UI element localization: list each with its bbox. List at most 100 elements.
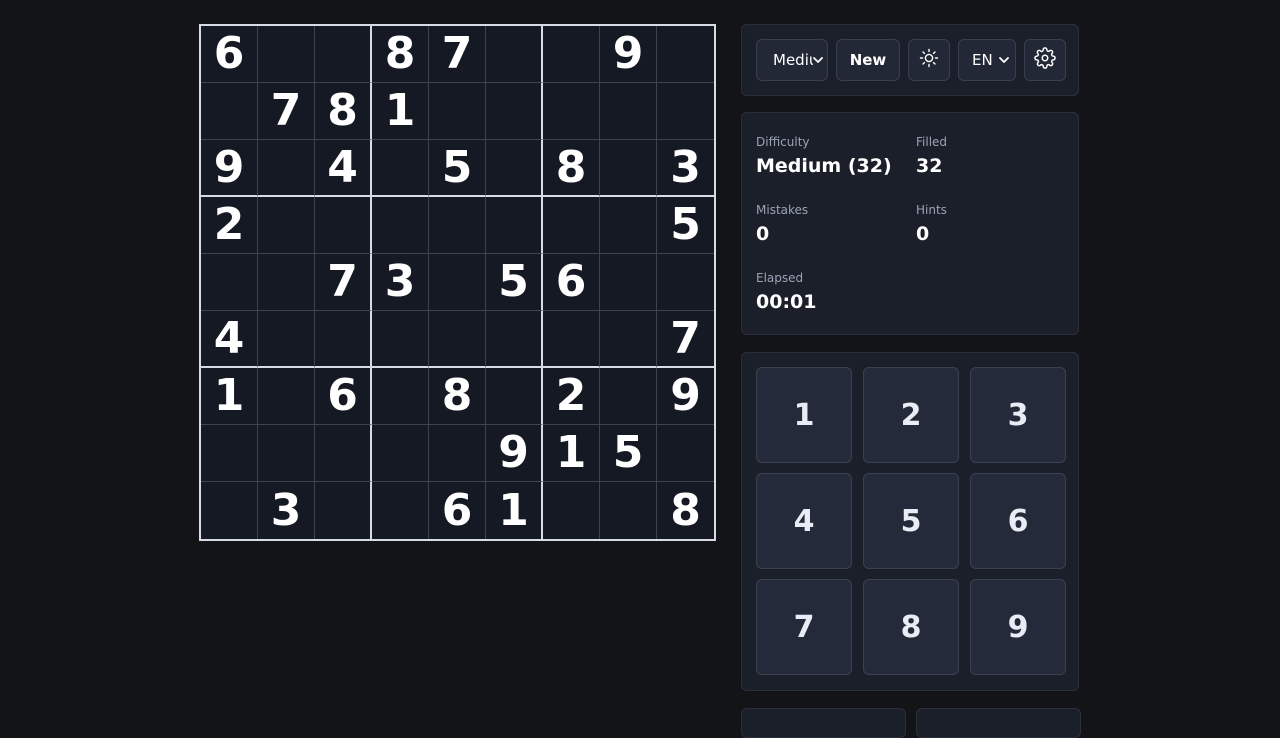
board-cell-r4c7[interactable] <box>543 197 600 254</box>
board-cell-r7c5[interactable]: 8 <box>429 368 486 425</box>
board-cell-r3c2[interactable] <box>258 140 315 197</box>
board-cell-r9c6[interactable]: 1 <box>486 482 543 539</box>
filled-stat: Filled 32 <box>916 135 947 177</box>
board-cell-r6c5[interactable] <box>429 311 486 368</box>
number-button-1[interactable]: 1 <box>756 367 852 463</box>
board-cell-r7c8[interactable] <box>600 368 657 425</box>
board-cell-r3c6[interactable] <box>486 140 543 197</box>
board-cell-r7c3[interactable]: 6 <box>315 368 372 425</box>
board-cell-r1c9[interactable] <box>657 26 714 83</box>
board-cell-r6c3[interactable] <box>315 311 372 368</box>
board-cell-r3c3[interactable]: 4 <box>315 140 372 197</box>
board-cell-r2c5[interactable] <box>429 83 486 140</box>
board-cell-r6c9[interactable]: 7 <box>657 311 714 368</box>
board-cell-r2c3[interactable]: 8 <box>315 83 372 140</box>
number-button-4[interactable]: 4 <box>756 473 852 569</box>
board-cell-r7c1[interactable]: 1 <box>201 368 258 425</box>
board-cell-r3c8[interactable] <box>600 140 657 197</box>
difficulty-stat: Difficulty Medium (32) <box>756 135 892 177</box>
board-cell-r9c7[interactable] <box>543 482 600 539</box>
board-cell-r5c4[interactable]: 3 <box>372 254 429 311</box>
board-cell-r6c7[interactable] <box>543 311 600 368</box>
board-cell-r6c1[interactable]: 4 <box>201 311 258 368</box>
board-cell-r3c5[interactable]: 5 <box>429 140 486 197</box>
board-cell-r4c3[interactable] <box>315 197 372 254</box>
difficulty-select[interactable]: Medium <box>756 39 828 81</box>
board-cell-r5c9[interactable] <box>657 254 714 311</box>
board-cell-r2c7[interactable] <box>543 83 600 140</box>
board-cell-r2c4[interactable]: 1 <box>372 83 429 140</box>
board-cell-r5c8[interactable] <box>600 254 657 311</box>
board-cell-r1c6[interactable] <box>486 26 543 83</box>
board-cell-r4c5[interactable] <box>429 197 486 254</box>
board-cell-r2c2[interactable]: 7 <box>258 83 315 140</box>
board-cell-r1c8[interactable]: 9 <box>600 26 657 83</box>
board-cell-r6c8[interactable] <box>600 311 657 368</box>
board-cell-r9c5[interactable]: 6 <box>429 482 486 539</box>
difficulty-stat-label: Difficulty <box>756 135 810 149</box>
board-cell-r4c9[interactable]: 5 <box>657 197 714 254</box>
board-cell-r8c1[interactable] <box>201 425 258 482</box>
number-button-5[interactable]: 5 <box>863 473 959 569</box>
elapsed-stat: Elapsed 00:01 <box>756 271 816 313</box>
theme-toggle-button[interactable] <box>908 39 950 81</box>
board-cell-r2c9[interactable] <box>657 83 714 140</box>
board-cell-r3c7[interactable]: 8 <box>543 140 600 197</box>
number-button-3[interactable]: 3 <box>970 367 1066 463</box>
board-cell-r8c2[interactable] <box>258 425 315 482</box>
board-cell-r9c4[interactable] <box>372 482 429 539</box>
board-cell-r1c7[interactable] <box>543 26 600 83</box>
board-cell-r3c9[interactable]: 3 <box>657 140 714 197</box>
board-cell-r4c2[interactable] <box>258 197 315 254</box>
settings-button[interactable] <box>1024 39 1066 81</box>
board-cell-r9c3[interactable] <box>315 482 372 539</box>
number-button-2[interactable]: 2 <box>863 367 959 463</box>
board-cell-r1c2[interactable] <box>258 26 315 83</box>
board-cell-r9c9[interactable]: 8 <box>657 482 714 539</box>
number-button-7[interactable]: 7 <box>756 579 852 675</box>
board-cell-r9c8[interactable] <box>600 482 657 539</box>
board-cell-r2c1[interactable] <box>201 83 258 140</box>
board-cell-r9c2[interactable]: 3 <box>258 482 315 539</box>
board-cell-r5c3[interactable]: 7 <box>315 254 372 311</box>
board-cell-r7c7[interactable]: 2 <box>543 368 600 425</box>
board-cell-r8c9[interactable] <box>657 425 714 482</box>
board-cell-r5c1[interactable] <box>201 254 258 311</box>
new-game-button[interactable]: New <box>836 39 900 81</box>
board-cell-r8c8[interactable]: 5 <box>600 425 657 482</box>
board-cell-r1c1[interactable]: 6 <box>201 26 258 83</box>
board-cell-r2c8[interactable] <box>600 83 657 140</box>
board-cell-r8c5[interactable] <box>429 425 486 482</box>
board-cell-r1c3[interactable] <box>315 26 372 83</box>
board-cell-r8c6[interactable]: 9 <box>486 425 543 482</box>
board-cell-r1c4[interactable]: 8 <box>372 26 429 83</box>
board-cell-r2c6[interactable] <box>486 83 543 140</box>
board-cell-r3c1[interactable]: 9 <box>201 140 258 197</box>
board-cell-r7c6[interactable] <box>486 368 543 425</box>
board-cell-r4c6[interactable] <box>486 197 543 254</box>
board-cell-r8c4[interactable] <box>372 425 429 482</box>
elapsed-stat-label: Elapsed <box>756 271 804 285</box>
board-cell-r4c4[interactable] <box>372 197 429 254</box>
board-cell-r5c6[interactable]: 5 <box>486 254 543 311</box>
board-cell-r5c7[interactable]: 6 <box>543 254 600 311</box>
board-cell-r3c4[interactable] <box>372 140 429 197</box>
language-select[interactable]: EN <box>958 39 1016 81</box>
board-cell-r7c9[interactable]: 9 <box>657 368 714 425</box>
board-cell-r5c2[interactable] <box>258 254 315 311</box>
board-cell-r8c7[interactable]: 1 <box>543 425 600 482</box>
board-cell-r6c6[interactable] <box>486 311 543 368</box>
board-cell-r1c5[interactable]: 7 <box>429 26 486 83</box>
board-cell-r9c1[interactable] <box>201 482 258 539</box>
board-cell-r7c4[interactable] <box>372 368 429 425</box>
number-button-8[interactable]: 8 <box>863 579 959 675</box>
number-button-6[interactable]: 6 <box>970 473 1066 569</box>
board-cell-r8c3[interactable] <box>315 425 372 482</box>
board-cell-r7c2[interactable] <box>258 368 315 425</box>
board-cell-r4c8[interactable] <box>600 197 657 254</box>
board-cell-r5c5[interactable] <box>429 254 486 311</box>
number-button-9[interactable]: 9 <box>970 579 1066 675</box>
board-cell-r6c4[interactable] <box>372 311 429 368</box>
board-cell-r4c1[interactable]: 2 <box>201 197 258 254</box>
board-cell-r6c2[interactable] <box>258 311 315 368</box>
